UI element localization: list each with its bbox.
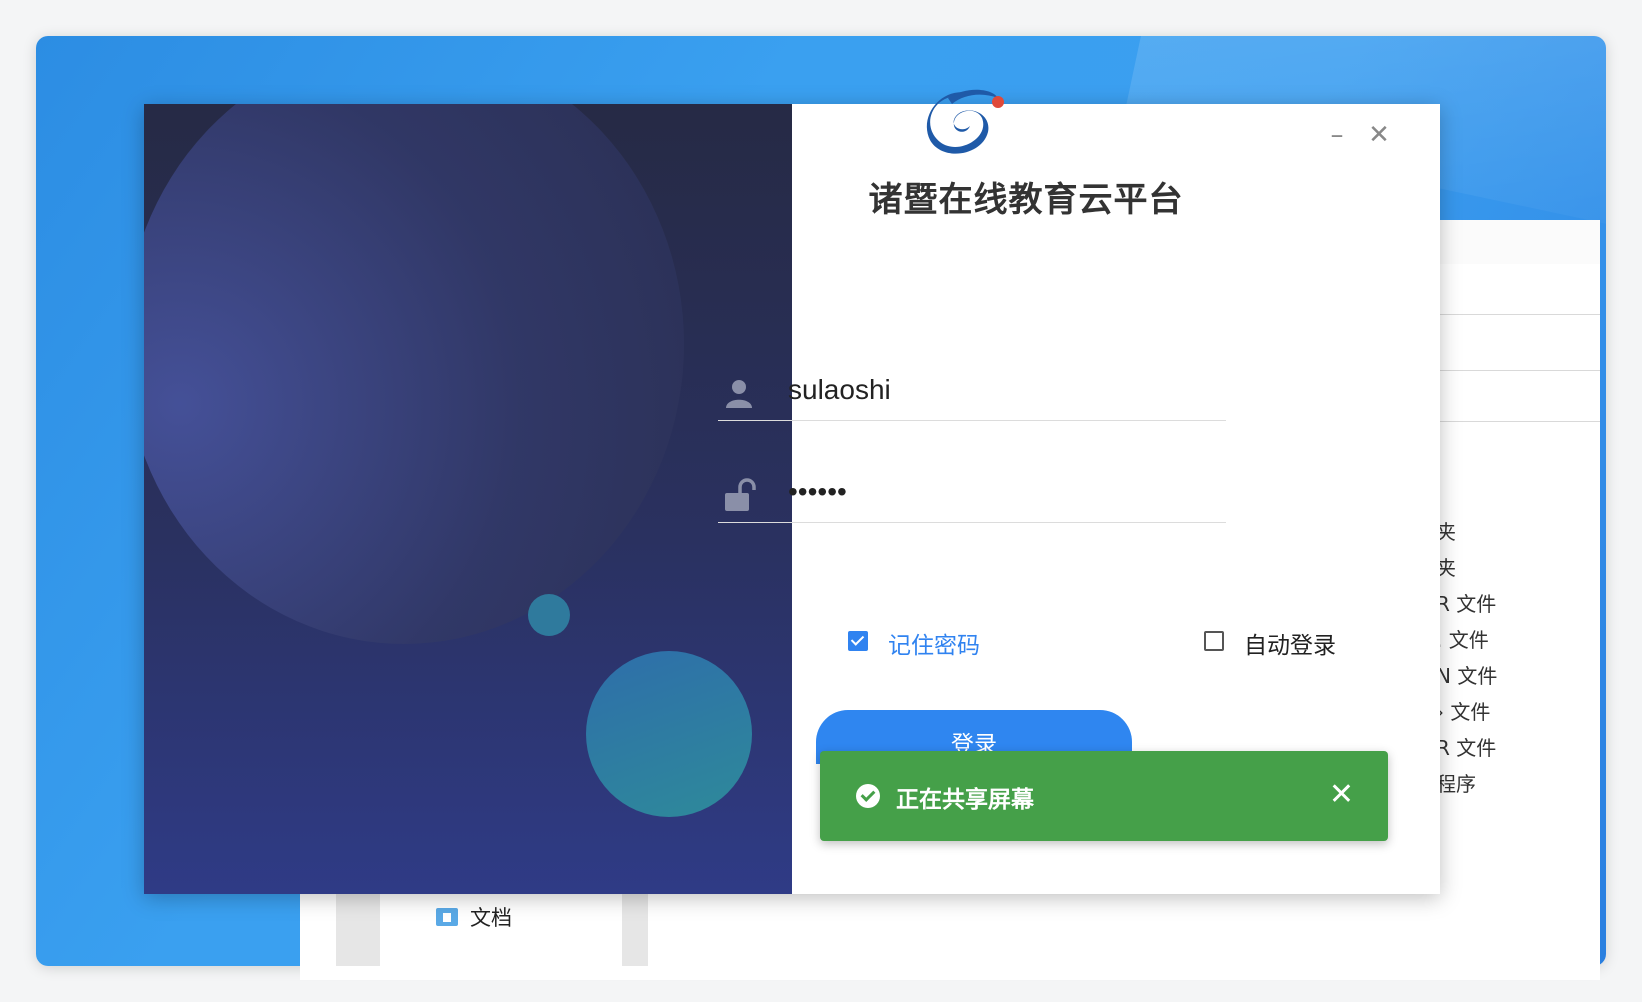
close-icon[interactable]: ✕ [1362, 118, 1396, 152]
screen-share-toast: 正在共享屏幕 ✕ [820, 751, 1388, 841]
remember-password-label[interactable]: 记住密码 [888, 626, 980, 660]
app-title: 诸暨在线教育云平台 [868, 180, 1184, 220]
check-circle-icon [856, 784, 880, 808]
toast-close-icon[interactable]: ✕ [1329, 777, 1354, 812]
login-illustration-panel [144, 104, 792, 894]
username-value[interactable]: sulaoshi [788, 374, 891, 406]
minimize-icon[interactable]: – [1320, 118, 1354, 152]
user-icon [726, 380, 752, 408]
file-type-text: . 文件 [1436, 628, 1489, 652]
folder-icon [436, 908, 458, 926]
password-value[interactable]: •••••• [788, 476, 847, 508]
decorative-small-circle [528, 594, 570, 636]
explorer-nav-gutter [336, 890, 380, 966]
decorative-large-circle [144, 104, 684, 644]
explorer-splitter[interactable] [622, 890, 648, 966]
decorative-medium-circle [586, 651, 752, 817]
file-type-text: › 文件 [1436, 700, 1491, 724]
file-type-text: R 文件 [1436, 592, 1497, 616]
username-field[interactable]: sulaoshi [718, 368, 1226, 421]
auto-login-checkbox[interactable] [1204, 631, 1224, 651]
remember-password-checkbox[interactable] [848, 631, 868, 651]
unlock-icon [725, 478, 756, 511]
file-type-text: N 文件 [1436, 664, 1498, 688]
nav-item-documents[interactable]: 文档 [470, 902, 512, 932]
file-type-text: 程序 [1436, 772, 1476, 796]
toast-message: 正在共享屏幕 [896, 787, 1034, 813]
app-logo [926, 89, 1004, 154]
auto-login-label[interactable]: 自动登录 [1244, 626, 1336, 660]
password-field[interactable]: •••••• [718, 470, 1226, 523]
file-type-text: R 文件 [1436, 736, 1497, 760]
